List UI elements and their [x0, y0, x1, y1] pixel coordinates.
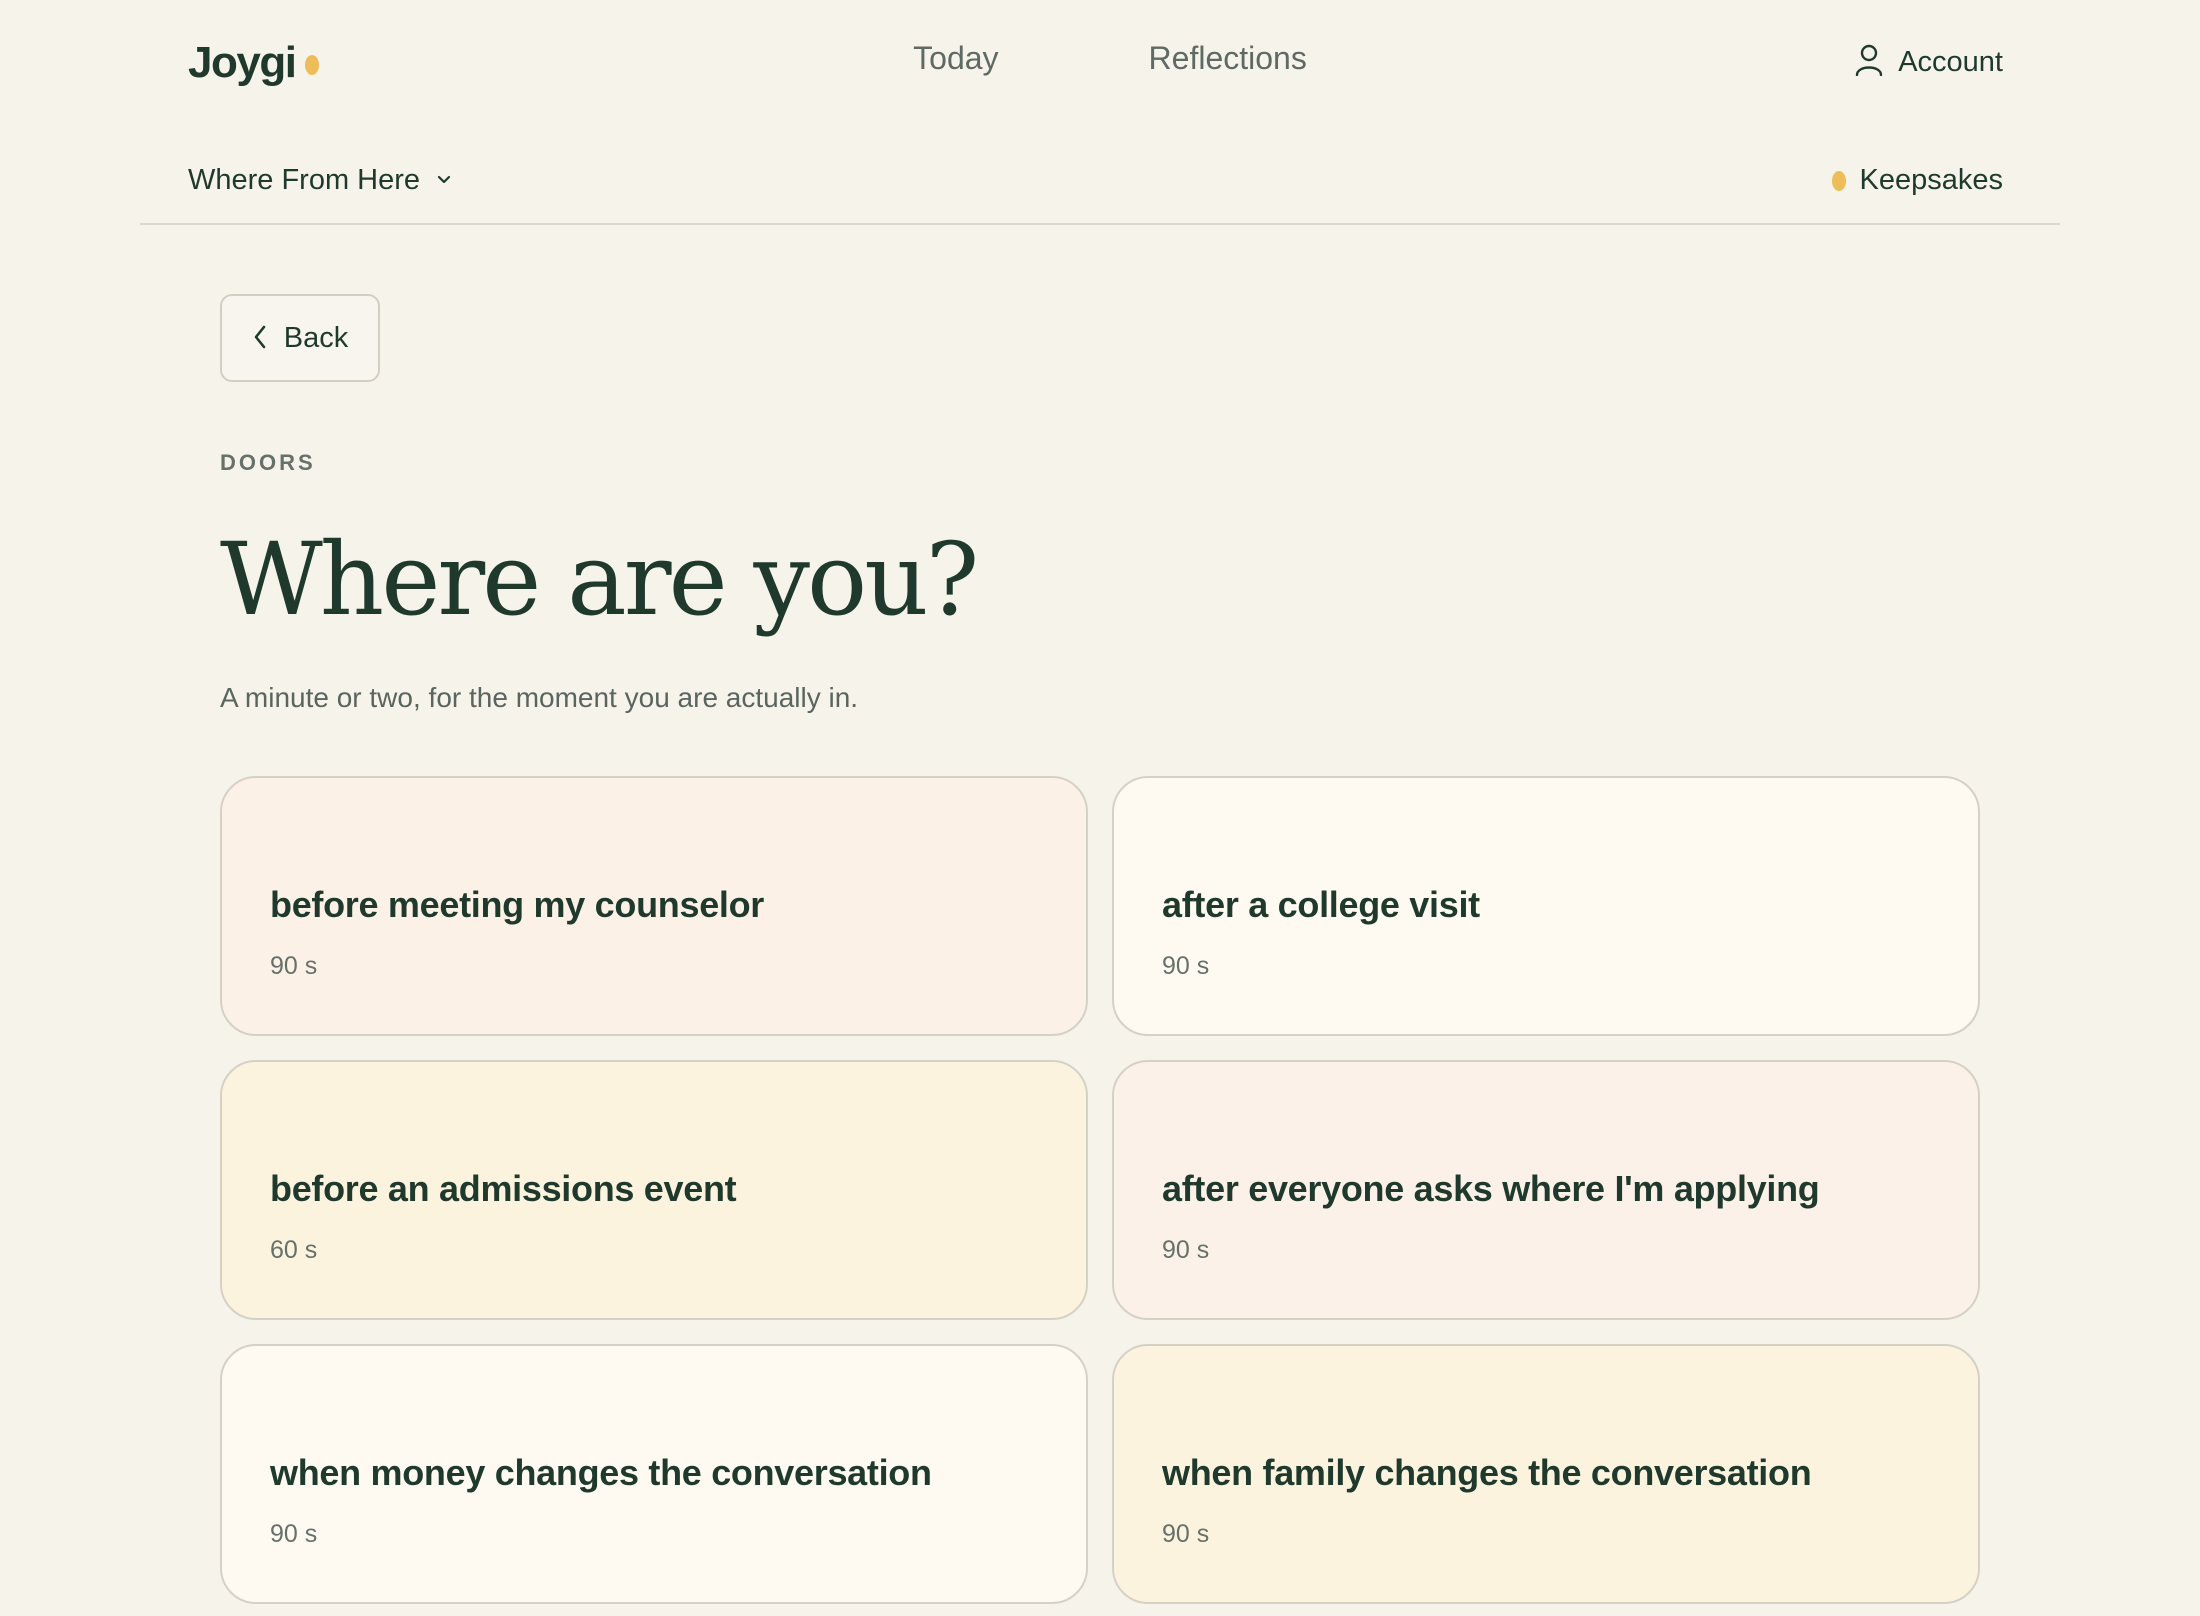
nav-tab-reflections[interactable]: Reflections: [1149, 40, 1307, 77]
account-label: Account: [1898, 46, 2003, 78]
door-card-duration: 90 s: [1162, 1236, 1210, 1264]
sub-nav: Where From Here Keepsakes: [140, 130, 2060, 225]
door-card-title: when family changes the conversation: [1162, 1452, 1812, 1493]
keepsakes-label: Keepsakes: [1859, 164, 2004, 196]
back-label: Back: [283, 321, 349, 354]
door-card-title: after a college visit: [1162, 884, 1480, 925]
page-subtitle: A minute or two, for the moment you are …: [220, 682, 859, 713]
door-card-title: before meeting my counselor: [270, 884, 765, 925]
door-card-title: before an admissions event: [270, 1168, 737, 1209]
keepsakes-dot-icon: [1831, 170, 1846, 191]
door-card[interactable]: before meeting my counselor 90 s: [220, 776, 1088, 1036]
door-card-duration: 90 s: [270, 1520, 318, 1548]
door-card[interactable]: when family changes the conversation 90 …: [1112, 1344, 1980, 1604]
chevron-down-icon: [436, 172, 452, 190]
door-card-duration: 90 s: [270, 952, 318, 980]
chevron-left-icon: [252, 324, 268, 353]
user-icon: [1854, 44, 1884, 81]
page: Joygi Today Reflections Account Where Fr…: [0, 0, 2200, 1616]
door-card[interactable]: after everyone asks where I'm applying 9…: [1112, 1060, 1980, 1320]
section-dropdown-label: Where From Here: [188, 164, 421, 196]
nav-tab-today[interactable]: Today: [913, 40, 998, 77]
door-card-title: after everyone asks where I'm applying: [1162, 1168, 1820, 1209]
back-button[interactable]: Back: [220, 294, 380, 382]
door-card[interactable]: when money changes the conversation 90 s: [220, 1344, 1088, 1604]
door-card-duration: 60 s: [270, 1236, 318, 1264]
door-card-duration: 90 s: [1162, 952, 1210, 980]
section-eyebrow: DOORS: [220, 450, 316, 475]
top-nav: Joygi Today Reflections Account: [0, 0, 2200, 130]
door-card-title: when money changes the conversation: [270, 1452, 932, 1493]
keepsakes-link[interactable]: Keepsakes: [1831, 164, 2004, 197]
section-dropdown[interactable]: Where From Here: [188, 164, 452, 197]
door-card-grid: before meeting my counselor 90 s after a…: [220, 776, 1980, 1604]
door-card-duration: 90 s: [1162, 1520, 1210, 1548]
door-card[interactable]: after a college visit 90 s: [1112, 776, 1980, 1036]
account-button[interactable]: Account: [1854, 44, 2003, 81]
page-title: Where are you?: [220, 521, 979, 638]
door-card[interactable]: before an admissions event 60 s: [220, 1060, 1088, 1320]
